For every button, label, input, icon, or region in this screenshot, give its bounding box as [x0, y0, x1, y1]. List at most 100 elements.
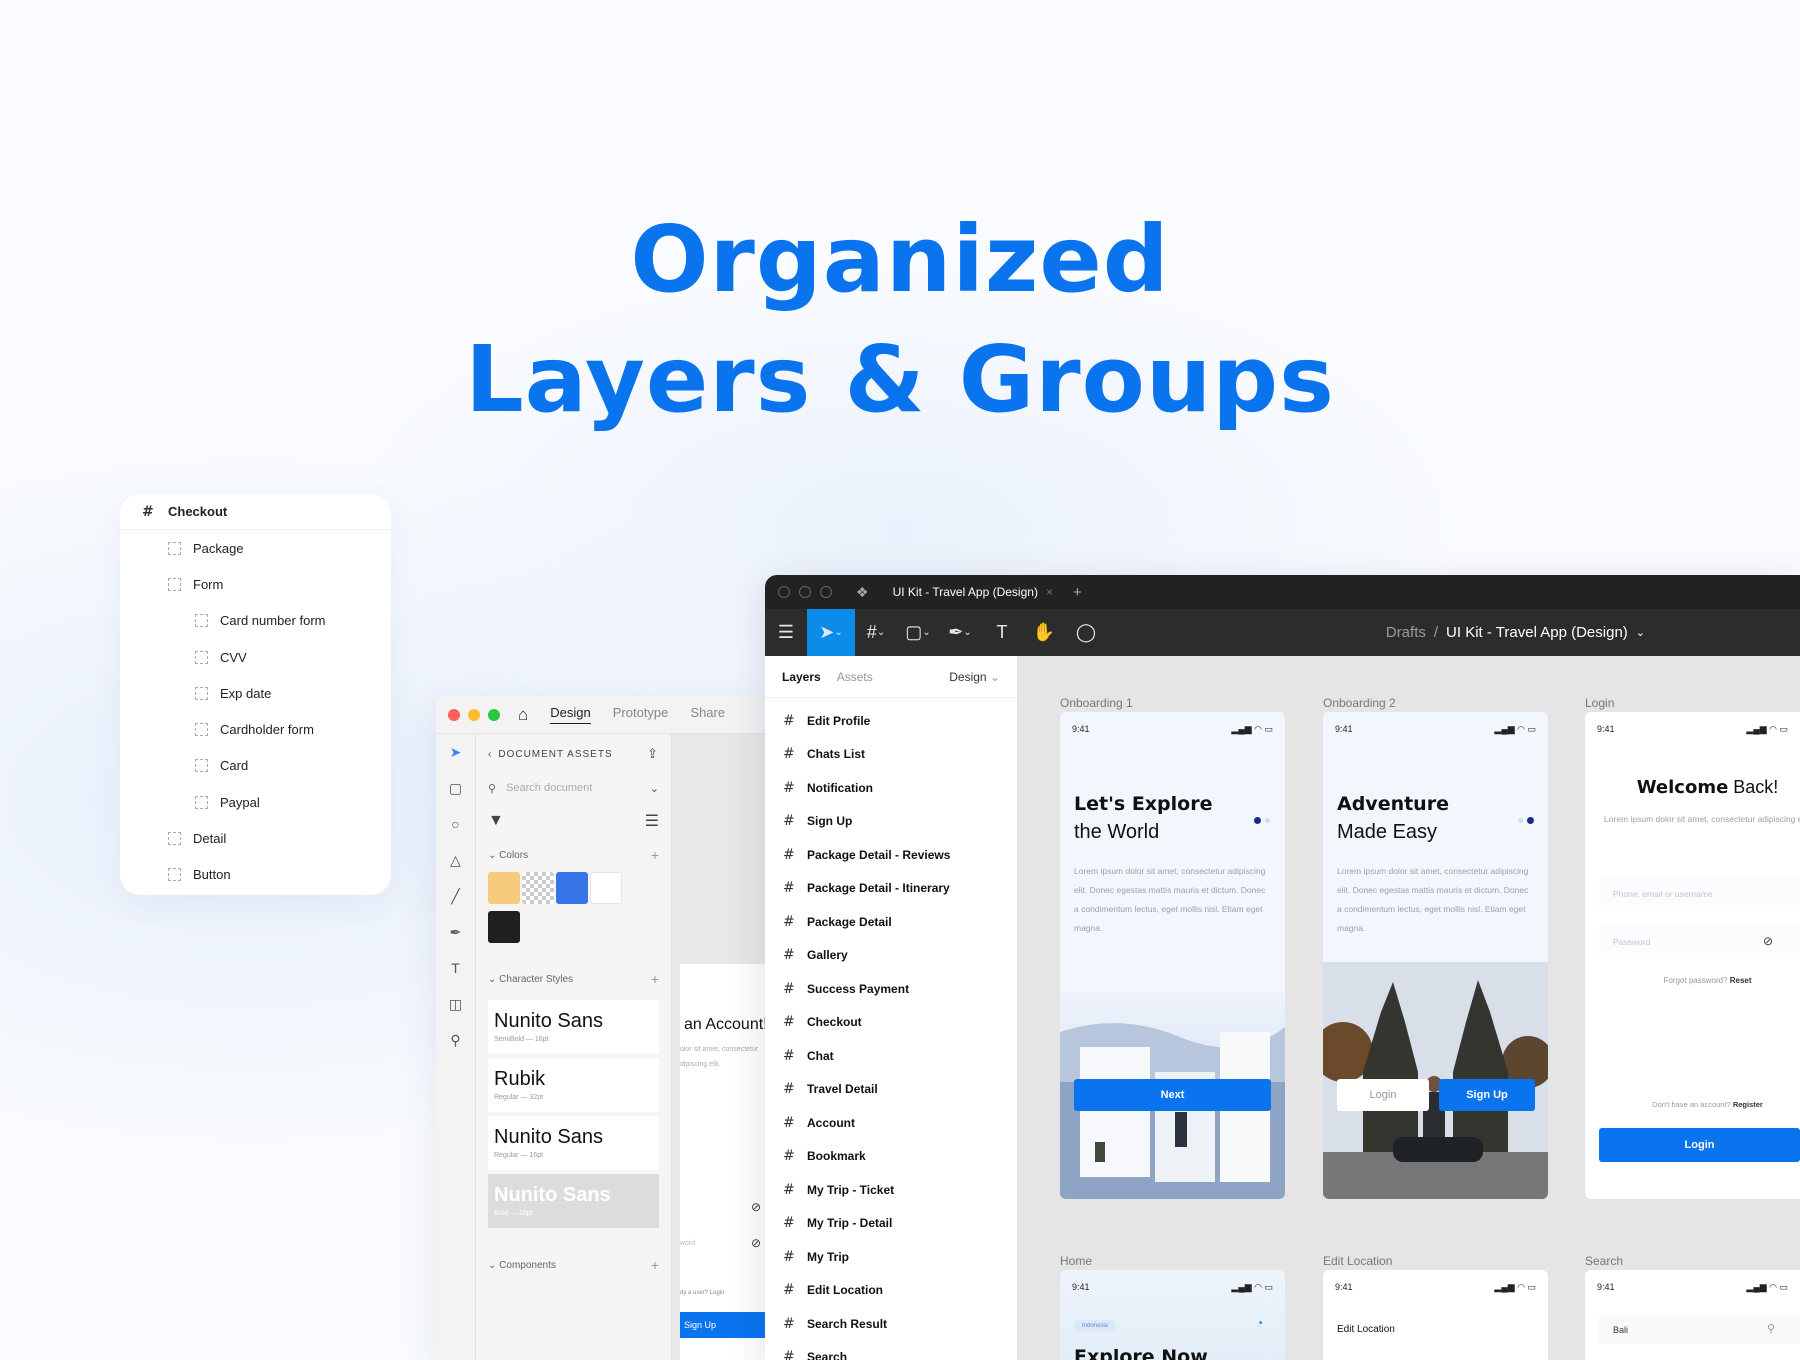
layer-item[interactable]: Form [120, 566, 391, 602]
add-icon[interactable]: + [651, 971, 659, 987]
search-screen[interactable]: 9:41 ▂▄▆ ◠ ▭ Bali ⚲ [1585, 1270, 1800, 1360]
tab-assets[interactable]: Assets [837, 670, 873, 684]
signup-button[interactable]: Sign Up [1439, 1079, 1535, 1111]
edit-location-screen[interactable]: 9:41 ▂▄▆ ◠ ▭ Edit Location [1323, 1270, 1548, 1360]
frame-layer-item[interactable]: # My Trip - Ticket [765, 1173, 1017, 1207]
hand-tool-icon[interactable]: ✋ [1023, 609, 1065, 656]
frame-layer-item[interactable]: # My Trip [765, 1240, 1017, 1274]
username-field[interactable]: Phone, email or username [1599, 878, 1800, 910]
peek-signup-button[interactable]: Sign Up [680, 1312, 771, 1338]
frame-layer-item[interactable]: # Checkout [765, 1006, 1017, 1040]
triangle-icon[interactable]: △ [436, 842, 475, 878]
login-screen[interactable]: 9:41 ▂▄▆ ◠ ▭ Welcome Back! Lorem ipsum do… [1585, 712, 1800, 1199]
style-card[interactable]: Nunito Sans Regular — 16pt [488, 1116, 659, 1170]
list-view-icon[interactable]: ☰ [645, 811, 659, 831]
tab-share[interactable]: Share [690, 705, 725, 724]
frame-layer-item[interactable]: # Package Detail [765, 905, 1017, 939]
chevron-down-icon[interactable]: ⌄ [488, 1260, 496, 1271]
home-icon[interactable]: ⌂ [518, 705, 528, 725]
search-icon[interactable]: ⚲ [1767, 1322, 1775, 1335]
login-submit-button[interactable]: Login [1599, 1128, 1800, 1162]
eye-off-icon[interactable]: ⊘ [751, 1236, 761, 1250]
frame-layer-item[interactable]: # Travel Detail [765, 1073, 1017, 1107]
shape-tool-icon[interactable]: ▢ ⌄ [897, 609, 939, 656]
style-card[interactable]: Nunito Sans SemiBold — 16pt [488, 1000, 659, 1054]
frame-layer-item[interactable]: # Search Result [765, 1307, 1017, 1341]
breadcrumb-file[interactable]: UI Kit - Travel App (Design) [1446, 624, 1628, 641]
frame-layer-item[interactable]: # Package Detail - Reviews [765, 838, 1017, 872]
frame-layer-item[interactable]: # Success Payment [765, 972, 1017, 1006]
close-dot-icon[interactable] [778, 586, 790, 598]
tab-layers[interactable]: Layers [782, 670, 821, 684]
layer-item[interactable]: Paypal [120, 784, 391, 820]
eye-off-icon[interactable]: ⊘ [751, 1200, 761, 1214]
close-dot-icon[interactable] [448, 708, 460, 721]
frame-label[interactable]: Home [1060, 1254, 1092, 1268]
search-document-field[interactable]: ⚲ Search document ⌄ [488, 774, 659, 802]
frame-layer-item[interactable]: # Notification [765, 771, 1017, 805]
chevron-down-icon[interactable]: ⌄ [488, 974, 496, 985]
zoom-dot-icon[interactable] [488, 708, 500, 721]
frame-layer-item[interactable]: # Chats List [765, 738, 1017, 772]
minimize-dot-icon[interactable] [799, 586, 811, 598]
color-swatch-yellow[interactable] [488, 872, 520, 904]
layer-item[interactable]: Button [120, 857, 391, 893]
chevron-down-icon[interactable]: ⌄ [1636, 626, 1645, 639]
chevron-left-icon[interactable]: ‹ [488, 749, 492, 760]
ellipse-icon[interactable]: ○ [436, 806, 475, 842]
frame-layer-item[interactable]: # Bookmark [765, 1140, 1017, 1174]
frame-layer-item[interactable]: # Account [765, 1106, 1017, 1140]
layer-item[interactable]: Card [120, 748, 391, 784]
frame-layer-item[interactable]: # My Trip - Detail [765, 1207, 1017, 1241]
layer-item[interactable]: Detail [120, 820, 391, 856]
color-swatch-black[interactable] [488, 911, 520, 943]
figma-logo-icon[interactable]: ❖ [856, 584, 869, 601]
pointer-icon[interactable]: ➤ [436, 734, 475, 770]
frame-layer-item[interactable]: # Edit Profile [765, 704, 1017, 738]
color-swatch-transparent[interactable] [522, 872, 554, 904]
frame-layer-item[interactable]: # Sign Up [765, 805, 1017, 839]
layer-item[interactable]: Exp date [120, 675, 391, 711]
text-icon[interactable]: T [436, 950, 475, 986]
comment-tool-icon[interactable]: ◯ [1065, 609, 1107, 656]
pen-tool-icon[interactable]: ✒ ⌄ [939, 609, 981, 656]
onboarding-1-screen[interactable]: 9:41 ▂▄▆ ◠ ▭ Let's Explore the World Lorem… [1060, 712, 1285, 1199]
register-link[interactable]: Register [1733, 1100, 1763, 1109]
frame-layer-item[interactable]: # Chat [765, 1039, 1017, 1073]
frame-label[interactable]: Search [1585, 1254, 1623, 1268]
frame-label[interactable]: Onboarding 2 [1323, 696, 1396, 710]
rectangle-icon[interactable]: ▢ [436, 770, 475, 806]
chevron-down-icon[interactable]: ⌄ [488, 850, 496, 861]
layer-item[interactable]: Cardholder form [120, 711, 391, 747]
tab-prototype[interactable]: Prototype [613, 705, 669, 724]
peek-login-link[interactable]: dy a user? Login [680, 1290, 724, 1296]
frame-tool-icon[interactable]: # ⌄ [855, 609, 897, 656]
close-tab-icon[interactable]: × [1046, 585, 1053, 599]
layer-root-checkout[interactable]: # Checkout [120, 494, 391, 530]
frame-label[interactable]: Edit Location [1323, 1254, 1392, 1268]
pen-icon[interactable]: ✒ [436, 914, 475, 950]
frame-layer-item[interactable]: # Edit Location [765, 1274, 1017, 1308]
next-button[interactable]: Next [1074, 1079, 1271, 1111]
menu-icon[interactable]: ☰ [765, 609, 807, 656]
text-tool-icon[interactable]: T [981, 609, 1023, 656]
move-tool-icon[interactable]: ➤ ⌄ [807, 609, 855, 656]
frame-layer-item[interactable]: # Search [765, 1341, 1017, 1360]
page-dropdown[interactable]: Design ⌄ [949, 670, 1000, 684]
frame-layer-item[interactable]: # Gallery [765, 939, 1017, 973]
home-screen[interactable]: 9:41 ▂▄▆ ◠ ▭ Indonesia ◔ Explore Now [1060, 1270, 1285, 1360]
add-icon[interactable]: + [651, 847, 659, 863]
new-tab-icon[interactable]: + [1073, 584, 1082, 601]
minimize-dot-icon[interactable] [468, 708, 480, 721]
location-chip[interactable]: Indonesia [1074, 1320, 1117, 1332]
frame-label[interactable]: Login [1585, 696, 1614, 710]
layer-item[interactable]: Package [120, 530, 391, 566]
frame-layer-item[interactable]: # Package Detail - Itinerary [765, 872, 1017, 906]
frame-label[interactable]: Onboarding 1 [1060, 696, 1133, 710]
reset-link[interactable]: Reset [1730, 976, 1752, 985]
filter-icon[interactable]: ▼ [488, 812, 504, 830]
eye-off-icon[interactable]: ⊘ [1763, 934, 1773, 948]
color-swatch-blue[interactable] [556, 872, 588, 904]
share-icon[interactable]: ⇪ [647, 746, 659, 762]
login-button[interactable]: Login [1337, 1079, 1429, 1111]
